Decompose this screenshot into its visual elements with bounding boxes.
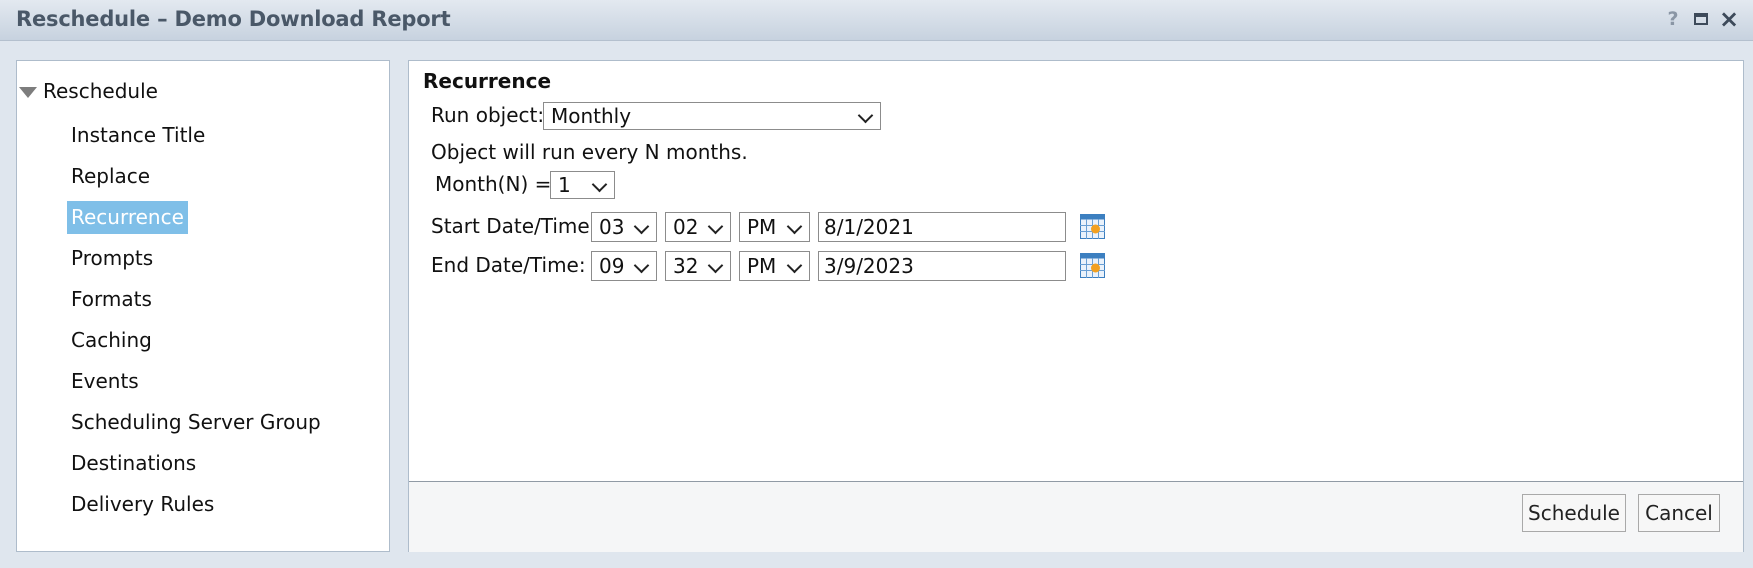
start-ampm-value: PM	[747, 215, 777, 239]
end-date-input[interactable]: 3/9/2023	[818, 251, 1066, 281]
chevron-down-icon	[707, 257, 724, 274]
chevron-down-icon	[633, 257, 650, 274]
chevron-down-icon	[857, 107, 874, 124]
chevron-down-icon	[786, 218, 803, 235]
nav-panel: Reschedule Instance Title Replace Recurr…	[16, 60, 390, 552]
help-icon[interactable]: ?	[1663, 8, 1683, 30]
end-ampm-select[interactable]: PM	[739, 251, 810, 281]
nav-root-reschedule[interactable]: Reschedule	[19, 79, 158, 103]
nav-item-label: Destinations	[71, 451, 197, 475]
start-minute-value: 02	[673, 215, 699, 239]
cancel-button[interactable]: Cancel	[1638, 494, 1720, 532]
chevron-down-icon	[591, 176, 608, 193]
section-title: Recurrence	[423, 69, 552, 93]
schedule-button[interactable]: Schedule	[1522, 494, 1626, 532]
run-object-label: Run object:	[431, 103, 545, 127]
run-object-select[interactable]: Monthly	[543, 102, 881, 130]
nav-item-scheduling-server-group[interactable]: Scheduling Server Group	[63, 406, 329, 447]
nav-item-label: Recurrence	[67, 201, 188, 234]
maximize-button[interactable]	[1691, 8, 1711, 30]
nav-item-label: Scheduling Server Group	[71, 410, 321, 434]
nav-item-label: Replace	[71, 164, 151, 188]
nav-root-label: Reschedule	[43, 79, 158, 103]
title-bar: Reschedule – Demo Download Report ? ×	[0, 0, 1753, 41]
chevron-down-icon	[707, 218, 724, 235]
start-ampm-select[interactable]: PM	[739, 212, 810, 242]
close-icon[interactable]: ×	[1719, 7, 1739, 31]
end-minute-select[interactable]: 32	[665, 251, 731, 281]
start-minute-select[interactable]: 02	[665, 212, 731, 242]
chevron-down-icon	[633, 218, 650, 235]
month-n-label: Month(N) =	[435, 172, 552, 196]
recurrence-description: Object will run every N months.	[431, 140, 748, 164]
nav-item-prompts[interactable]: Prompts	[63, 242, 329, 283]
nav-item-label: Instance Title	[71, 123, 206, 147]
nav-item-events[interactable]: Events	[63, 365, 329, 406]
nav-item-label: Events	[71, 369, 139, 393]
nav-item-caching[interactable]: Caching	[63, 324, 329, 365]
recurrence-panel: Recurrence Run object: Monthly Object wi…	[408, 60, 1744, 552]
calendar-icon[interactable]	[1080, 214, 1105, 239]
start-hour-value: 03	[599, 215, 625, 239]
end-ampm-value: PM	[747, 254, 777, 278]
month-n-value: 1	[558, 173, 571, 197]
calendar-icon[interactable]	[1080, 253, 1105, 278]
nav-item-delivery-rules[interactable]: Delivery Rules	[63, 488, 329, 529]
chevron-down-icon	[786, 257, 803, 274]
window-controls: ? ×	[1663, 7, 1739, 31]
nav-item-label: Caching	[71, 328, 152, 352]
nav-item-label: Formats	[71, 287, 152, 311]
end-hour-select[interactable]: 09	[591, 251, 657, 281]
nav-item-replace[interactable]: Replace	[63, 160, 329, 201]
nav-item-destinations[interactable]: Destinations	[63, 447, 329, 488]
month-n-select[interactable]: 1	[550, 171, 615, 199]
end-minute-value: 32	[673, 254, 699, 278]
start-date-input[interactable]: 8/1/2021	[818, 212, 1066, 242]
nav-item-instance-title[interactable]: Instance Title	[63, 119, 329, 160]
caret-down-icon[interactable]	[19, 87, 37, 98]
nav-item-recurrence[interactable]: Recurrence	[63, 201, 329, 242]
end-hour-value: 09	[599, 254, 625, 278]
start-hour-select[interactable]: 03	[591, 212, 657, 242]
nav-item-formats[interactable]: Formats	[63, 283, 329, 324]
window-title: Reschedule – Demo Download Report	[16, 7, 451, 31]
nav-item-label: Delivery Rules	[71, 492, 215, 516]
dialog-footer: Schedule Cancel	[409, 481, 1743, 552]
end-datetime-label: End Date/Time:	[431, 253, 586, 277]
nav-list: Instance Title Replace Recurrence Prompt…	[63, 119, 329, 529]
run-object-value: Monthly	[551, 104, 632, 128]
start-datetime-label: Start Date/Time:	[431, 214, 597, 238]
nav-item-label: Prompts	[71, 246, 154, 270]
maximize-icon	[1694, 13, 1708, 25]
